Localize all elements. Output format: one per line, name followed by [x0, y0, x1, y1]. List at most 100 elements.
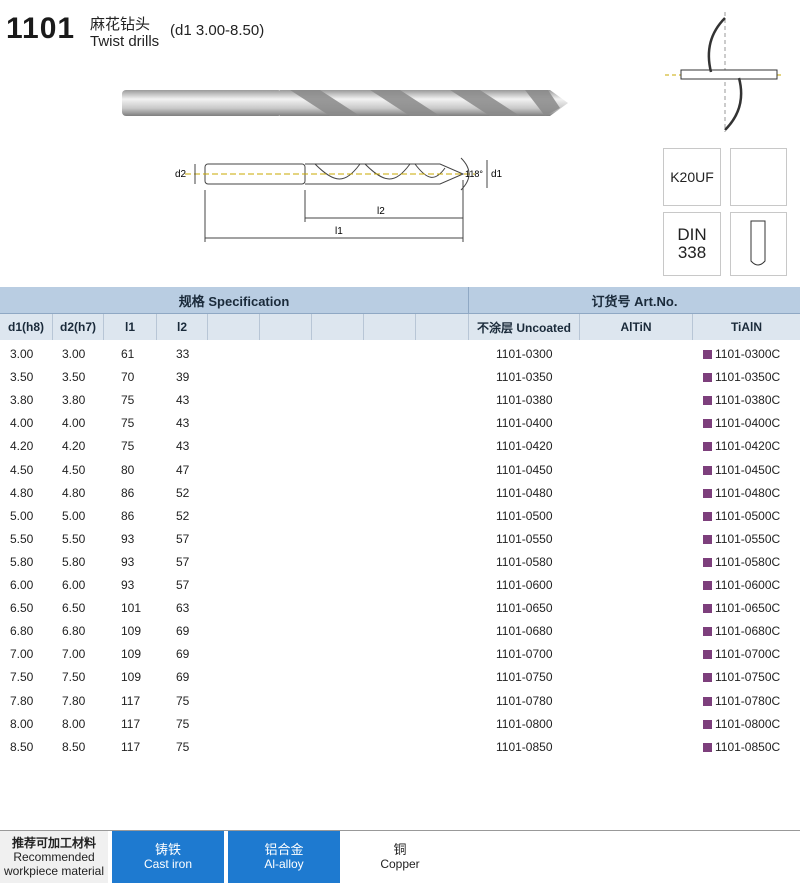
recommended-materials: 推荐可加工材料 Recommended workpiece material 铸… — [0, 830, 800, 883]
drill-technical-drawing: d2 d1 l2 l1 118° — [175, 157, 503, 242]
cell-uncoated: 1101-0750 — [496, 670, 553, 685]
cell-uncoated: 1101-0650 — [496, 601, 553, 616]
shank-icon-box — [730, 212, 787, 276]
cell-tialn: 1101-0680C — [703, 624, 780, 638]
cell-text: 1101-0600C — [715, 578, 781, 592]
coating-marker-icon — [703, 465, 712, 475]
table-row: 6.80 6.80 109 69 1101-0680 1101-0680C — [0, 620, 800, 643]
grade-label: K20UF — [670, 169, 714, 185]
cell-text: 1101-0850C — [715, 739, 781, 754]
label-l2: l2 — [377, 206, 385, 217]
cell-d1: 7.00 — [10, 647, 34, 662]
coating-marker-icon — [703, 396, 712, 406]
material-cn: 铸铁 — [154, 842, 181, 857]
cell-text: 1101-0500C — [715, 508, 781, 523]
cell-d2: 6.80 — [62, 624, 86, 639]
grade-box: K20UF — [663, 148, 721, 206]
coating-marker-icon — [703, 373, 712, 383]
drill-photo — [122, 90, 568, 116]
coating-marker-icon — [703, 627, 712, 637]
cell-tialn: 1101-0850C — [703, 740, 780, 754]
table-row: 7.50 7.50 109 69 1101-0750 1101-0750C — [0, 666, 800, 689]
table-row: 7.80 7.80 117 75 1101-0780 1101-0780C — [0, 690, 800, 713]
standard-line2: 338 — [677, 243, 707, 262]
col-uncoated: 不涂层 Uncoated — [469, 314, 580, 340]
cell-d1: 3.00 — [10, 347, 34, 361]
table-row: 3.80 3.80 75 43 1101-0380 1101-0380C — [0, 389, 800, 412]
cell-uncoated: 1101-0380 — [496, 393, 553, 408]
cell-tialn: 1101-0650C — [703, 601, 780, 615]
table-row: 5.00 5.00 86 52 1101-0500 1101-0500C — [0, 505, 800, 528]
material-copper: 铜 Copper — [344, 831, 456, 883]
cell-l2: 69 — [176, 670, 190, 685]
cell-d2: 7.00 — [62, 647, 86, 662]
cell-tialn: 1101-0580C — [703, 555, 780, 569]
cell-d1: 8.50 — [10, 739, 34, 754]
label-angle: 118° — [465, 169, 483, 179]
table-row: 4.20 4.20 75 43 1101-0420 1101-0420C — [0, 435, 800, 458]
table-row: 3.50 3.50 70 39 1101-0350 1101-0350C — [0, 366, 800, 389]
cell-uncoated: 1101-0400 — [496, 416, 553, 431]
table-row: 3.00 3.00 61 33 1101-0300 1101-0300C — [0, 343, 800, 366]
cell-text: 1101-0750C — [715, 670, 781, 685]
coating-marker-icon — [703, 442, 712, 452]
cell-l2: 75 — [176, 739, 190, 754]
cell-d2: 6.00 — [62, 578, 86, 592]
cell-uncoated: 1101-0300 — [496, 347, 553, 361]
cell-d2: 3.00 — [62, 347, 86, 361]
cell-d1: 3.50 — [10, 370, 34, 385]
cell-text: 1101-0380C — [715, 393, 781, 408]
grade-blank-box — [730, 148, 787, 206]
product-name-cn: 麻花钻头 — [90, 16, 151, 33]
cell-l1: 101 — [121, 601, 142, 616]
cell-l1: 75 — [121, 439, 135, 454]
cell-l2: 52 — [176, 485, 190, 500]
cell-l2: 57 — [176, 554, 190, 569]
cell-text: 1101-0580C — [715, 554, 781, 569]
cell-l1: 75 — [121, 393, 135, 408]
cell-l2: 57 — [176, 578, 190, 592]
materials-label-en2: workpiece material — [3, 864, 105, 878]
col-blank — [364, 314, 416, 340]
material-al-alloy: 铝合金 Al-alloy — [228, 831, 340, 883]
col-blank — [416, 314, 469, 340]
coating-marker-icon — [703, 719, 712, 729]
cell-d1: 4.20 — [10, 439, 34, 454]
cell-d2: 5.50 — [62, 531, 86, 546]
cell-text: 1101-0780C — [715, 693, 781, 708]
cell-l2: 75 — [176, 693, 190, 708]
spec-header: 规格 Specification — [0, 287, 469, 314]
cell-d1: 7.50 — [10, 670, 34, 685]
cell-d2: 6.50 — [62, 601, 86, 616]
cell-l1: 93 — [121, 578, 135, 592]
cell-l2: 43 — [176, 416, 190, 431]
drill-tip-section-icon — [665, 12, 783, 132]
table-row: 8.50 8.50 117 75 1101-0850 1101-0850C — [0, 736, 800, 759]
cell-l1: 93 — [121, 531, 135, 546]
cell-l1: 80 — [121, 462, 135, 477]
cell-d1: 5.50 — [10, 531, 34, 546]
coating-marker-icon — [703, 673, 712, 683]
coating-marker-icon — [703, 696, 712, 706]
cell-d1: 6.50 — [10, 601, 34, 616]
coating-marker-icon — [703, 350, 712, 359]
material-cast-iron: 铸铁 Cast iron — [112, 831, 224, 883]
cell-text: 1101-0480C — [715, 485, 781, 500]
material-cn: 铝合金 — [264, 842, 304, 857]
table-row: 7.00 7.00 109 69 1101-0700 1101-0700C — [0, 643, 800, 666]
cell-tialn: 1101-0420C — [703, 439, 780, 453]
cell-uncoated: 1101-0800 — [496, 716, 553, 731]
materials-label-cn: 推荐可加工材料 — [11, 836, 96, 850]
cell-d2: 4.50 — [62, 462, 86, 477]
cell-text: 1101-0700C — [715, 647, 781, 662]
cell-text: 1101-0680C — [715, 624, 781, 639]
cell-l1: 117 — [121, 693, 141, 708]
table-row: 4.50 4.50 80 47 1101-0450 1101-0450C — [0, 459, 800, 482]
standard-line1: DIN — [677, 225, 707, 244]
cell-tialn: 1101-0500C — [703, 509, 780, 523]
cell-l2: 47 — [176, 462, 190, 477]
table-row: 6.50 6.50 101 63 1101-0650 1101-0650C — [0, 597, 800, 620]
cell-d1: 5.00 — [10, 508, 34, 523]
cell-uncoated: 1101-0580 — [496, 554, 553, 569]
cell-l1: 61 — [121, 347, 135, 361]
